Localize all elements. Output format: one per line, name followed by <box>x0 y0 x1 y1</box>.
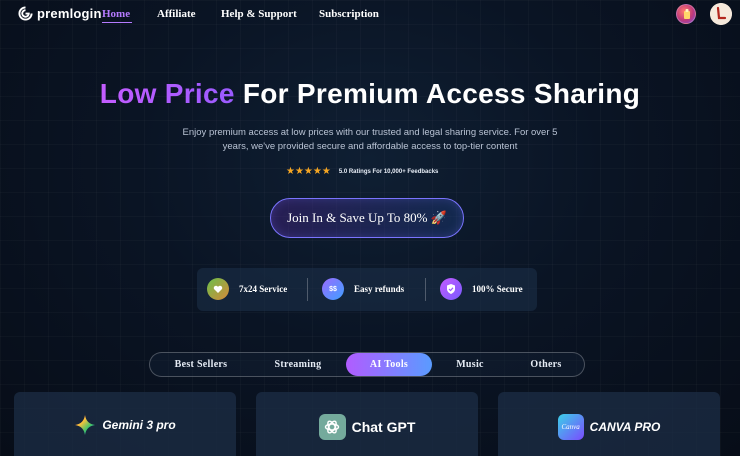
top-nav: premlogin Home Affiliate Help & Support … <box>0 0 740 30</box>
join-save-button[interactable]: Join In & Save Up To 80% 🚀 <box>270 198 464 238</box>
hero-title-accent: Low Price <box>99 78 235 109</box>
canva-icon-text: Canva <box>561 423 580 431</box>
canva-icon: Canva <box>557 414 584 440</box>
star-rating-icon: ★★★★★ <box>286 166 331 177</box>
heart-hands-icon <box>207 278 229 300</box>
tab-best-sellers[interactable]: Best Sellers <box>154 353 248 376</box>
nav-active-underline <box>102 22 132 23</box>
rating-text: 5.0 Ratings For 10,000+ Feedbacks <box>338 169 439 175</box>
divider <box>307 278 308 301</box>
feature-service: 7x24 Service <box>207 278 287 300</box>
feature-label: 100% Secure <box>472 284 523 294</box>
feature-secure: 100% Secure <box>440 278 523 300</box>
feature-label: 7x24 Service <box>239 284 288 294</box>
tab-streaming[interactable]: Streaming <box>248 353 348 376</box>
nav-home-link[interactable]: Home <box>102 8 130 20</box>
user-avatar-icon <box>710 3 732 25</box>
card-label: CANVA PRO <box>589 420 661 434</box>
gemini-icon <box>75 415 96 435</box>
product-card-gemini[interactable]: Gemini 3 pro <box>14 392 236 456</box>
logo-text: premlogin <box>37 6 102 21</box>
card-label: Gemini 3 pro <box>102 418 176 432</box>
shield-check-icon <box>440 278 462 300</box>
nav-subscription-link[interactable]: Subscription <box>319 8 379 20</box>
refund-icon: $$ <box>322 278 344 300</box>
tab-music[interactable]: Music <box>432 353 508 376</box>
premlogin-logo-icon <box>18 6 33 21</box>
hero-title-rest: For Premium Access Sharing <box>234 78 641 109</box>
product-card-canva[interactable]: Canva CANVA PRO <box>498 392 720 456</box>
nav-affiliate-link[interactable]: Affiliate <box>157 8 195 20</box>
feature-label: Easy refunds <box>354 284 405 294</box>
region-flag-avatar[interactable] <box>676 4 696 24</box>
product-card-chatgpt[interactable]: Chat GPT <box>256 392 478 456</box>
nav-help-support-link[interactable]: Help & Support <box>221 8 297 20</box>
category-tabs: Best Sellers Streaming AI Tools Music Ot… <box>149 352 585 377</box>
logo[interactable]: premlogin <box>18 6 102 21</box>
hero-title: Low Price For Premium Access Sharing <box>0 78 740 110</box>
chatgpt-icon <box>318 414 346 440</box>
tab-others[interactable]: Others <box>508 353 584 376</box>
card-label: Chat GPT <box>351 419 416 435</box>
feature-refunds: $$ Easy refunds <box>322 278 404 300</box>
features-bar: 7x24 Service $$ Easy refunds 100% Secure <box>197 268 537 311</box>
tab-ai-tools[interactable]: AI Tools <box>346 353 432 376</box>
hero-subtitle: Enjoy premium access at low prices with … <box>182 127 558 152</box>
divider <box>425 278 426 301</box>
user-avatar[interactable] <box>710 3 732 25</box>
rating-row: ★★★★★ 5.0 Ratings For 10,000+ Feedbacks <box>286 167 438 177</box>
refund-icon-text: $$ <box>329 285 337 293</box>
flag-icon <box>684 9 690 19</box>
